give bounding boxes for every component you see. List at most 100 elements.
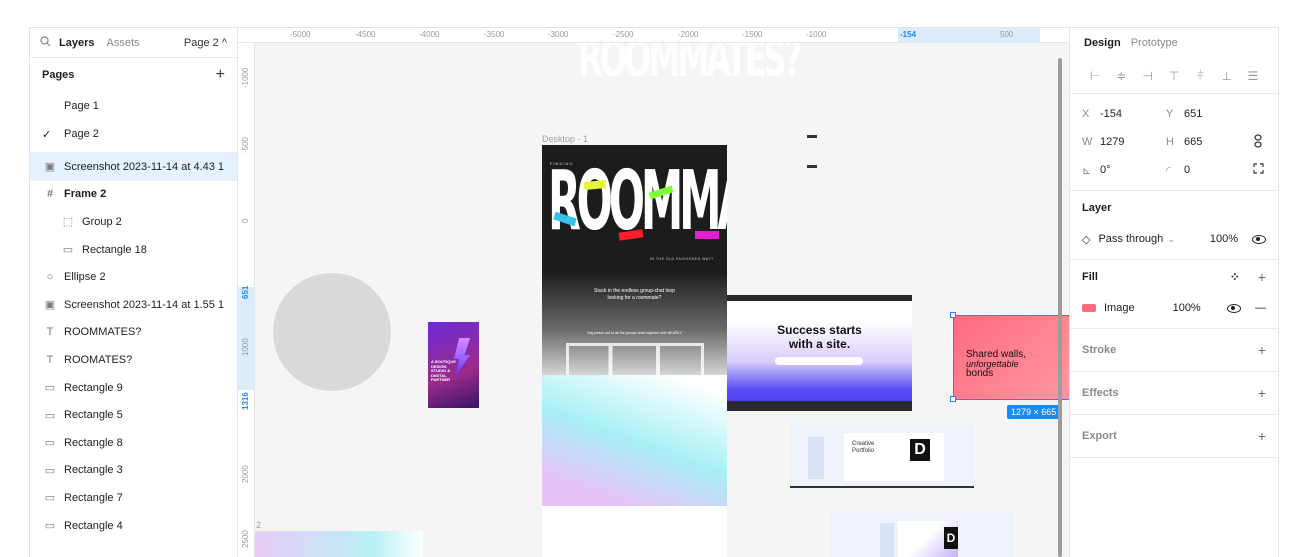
rectangle-icon: ▭	[44, 520, 56, 533]
layer-item[interactable]: ▭ Rectangle 3	[30, 457, 237, 485]
y-field[interactable]: Y 651	[1166, 108, 1250, 120]
radius-field[interactable]: ◜ 0	[1166, 164, 1250, 177]
layer-item[interactable]: ⬚ Group 2	[30, 208, 237, 236]
ruler-tick-label: -1000	[806, 30, 827, 39]
radius-value: 0	[1184, 164, 1191, 176]
size-badge: 1279 × 665	[1007, 405, 1061, 419]
selection-handle[interactable]	[950, 396, 956, 402]
align-right-icon[interactable]: ⊣	[1135, 69, 1161, 83]
eye-icon[interactable]	[1252, 234, 1266, 244]
rotation-icon: ⊾	[1082, 164, 1092, 177]
tab-layers[interactable]: Layers	[59, 37, 94, 49]
add-export-button[interactable]: +	[1258, 428, 1266, 444]
add-effect-button[interactable]: +	[1258, 385, 1266, 401]
selection-outline	[953, 315, 1069, 400]
fill-type[interactable]: Image	[1104, 302, 1135, 314]
position-row: X -154 Y 651	[1082, 100, 1266, 128]
layer-item[interactable]: ▭ Rectangle 8	[30, 429, 237, 457]
add-fill-button[interactable]: +	[1258, 269, 1266, 285]
align-left-icon[interactable]: ⊢	[1082, 69, 1108, 83]
frame-label[interactable]: Desktop - 1	[542, 134, 588, 144]
figma-window: Layers Assets Page 2 ^ Pages + Page 1 ✓ …	[30, 28, 1278, 557]
fill-opacity[interactable]: 100%	[1173, 302, 1201, 314]
w-field[interactable]: W 1279	[1082, 136, 1166, 148]
selection-handle[interactable]	[950, 312, 956, 318]
hero-dark-section: FINDING ROOMMATES? IN THE OLD FASHIONED …	[542, 145, 727, 375]
layer-item[interactable]: ▣ Screenshot 2023-11-14 at 4.43 1	[30, 153, 237, 181]
align-center-h-icon[interactable]: ≑	[1108, 69, 1134, 83]
hero-grid-lines	[566, 343, 704, 375]
text-icon: T	[46, 326, 54, 339]
fill-section-title: Fill	[1082, 271, 1098, 283]
page-selector[interactable]: Page 2 ^	[184, 37, 227, 49]
page-label: Page 2	[64, 128, 99, 140]
small-text-fragment[interactable]	[807, 165, 817, 168]
ruler-tick-label: -5000	[290, 30, 311, 39]
layer-item[interactable]: ▭ Rectangle 7	[30, 484, 237, 512]
canvas-scrollbar[interactable]	[1058, 58, 1062, 557]
layer-label: Rectangle 18	[82, 243, 147, 256]
fill-section: Fill ⁘ + Image 100% —	[1070, 260, 1278, 329]
layer-label: Rectangle 4	[64, 519, 123, 532]
purple-card-image[interactable]: A BOUTIQUE DESIGN STUDIO & DIGITAL PARTN…	[428, 322, 479, 408]
tab-design[interactable]: Design	[1084, 37, 1121, 49]
ruler-selection-end: 1316	[241, 392, 250, 410]
distribute-icon[interactable]: ☰	[1240, 69, 1266, 83]
portfolio-screenshot-1[interactable]: Creative Portfolio D	[790, 423, 974, 488]
layer-item[interactable]: ▭ Rectangle 9	[30, 374, 237, 402]
layer-item[interactable]: T ROOMATES?	[30, 346, 237, 374]
page-item-1[interactable]: Page 1	[30, 92, 237, 120]
roommates-text-layer[interactable]: ROOMMATES?	[578, 43, 802, 89]
tab-prototype[interactable]: Prototype	[1131, 37, 1178, 49]
chevron-down-icon[interactable]: ⌄	[1167, 234, 1175, 245]
constrain-proportions-icon[interactable]	[1252, 133, 1264, 151]
independent-corners-icon[interactable]	[1253, 163, 1264, 177]
rectangle-icon: ▭	[44, 437, 56, 450]
rotation-field[interactable]: ⊾ 0°	[1082, 164, 1166, 177]
h-field[interactable]: H 665	[1166, 136, 1250, 148]
success-headline-2: with a site.	[788, 337, 851, 351]
blend-mode-select[interactable]: Pass through	[1098, 233, 1163, 245]
layer-item[interactable]: ▭ Rectangle 18	[30, 236, 237, 264]
search-icon[interactable]	[40, 35, 51, 50]
tab-assets[interactable]: Assets	[106, 37, 139, 49]
layer-section: Layer ◇ Pass through ⌄ 100%	[1070, 191, 1278, 260]
x-field[interactable]: X -154	[1082, 108, 1166, 120]
layer-item[interactable]: ▭ Rectangle 4	[30, 512, 237, 540]
ruler-tick-label: -4500	[355, 30, 376, 39]
align-bottom-icon[interactable]: ⊥	[1213, 69, 1239, 83]
desktop-frame[interactable]: FINDING ROOMMATES? IN THE OLD FASHIONED …	[542, 145, 727, 506]
layer-opacity[interactable]: 100%	[1210, 233, 1238, 245]
add-page-button[interactable]: +	[216, 66, 225, 84]
layer-label: Rectangle 7	[64, 491, 123, 504]
design-canvas[interactable]: ROOMMATES? Desktop - 1 FINDING ROOMMATES…	[255, 43, 1069, 557]
portfolio-screenshot-2[interactable]: D	[830, 511, 1014, 557]
eye-icon[interactable]	[1227, 303, 1241, 313]
add-stroke-button[interactable]: +	[1258, 342, 1266, 358]
layer-item[interactable]: ▭ Rectangle 5	[30, 401, 237, 429]
layer-item[interactable]: T ROOMMATES?	[30, 319, 237, 347]
frame2-gradient[interactable]	[255, 531, 423, 557]
layer-label: Rectangle 8	[64, 436, 123, 449]
ruler-tick-label: 2000	[241, 465, 250, 483]
layer-label: ROOMMATES?	[64, 326, 142, 339]
effects-section: Effects +	[1070, 372, 1278, 415]
layer-item[interactable]: # Frame 2	[30, 181, 237, 209]
success-screenshot[interactable]: Success starts with a site.	[727, 295, 912, 411]
align-top-icon[interactable]: ⊤	[1161, 69, 1187, 83]
remove-fill-button[interactable]: —	[1255, 302, 1266, 314]
fill-swatch[interactable]	[1082, 304, 1096, 312]
layer-item[interactable]: ▣ Screenshot 2023-11-14 at 1.55 1	[30, 291, 237, 319]
hero-body-2: looking for a roommate?	[607, 295, 662, 301]
size-row: W 1279 H 665	[1082, 128, 1266, 156]
small-text-fragment[interactable]	[807, 135, 817, 138]
ruler-selection-start: 651	[241, 285, 250, 299]
success-input-bar	[775, 357, 863, 365]
layer-row: ◇ Pass through ⌄ 100%	[1082, 225, 1266, 253]
align-center-v-icon[interactable]: ⫩	[1187, 68, 1213, 83]
styles-grid-icon[interactable]: ⁘	[1230, 270, 1240, 284]
layer-item[interactable]: ○ Ellipse 2	[30, 263, 237, 291]
page-item-2[interactable]: ✓ Page 2	[30, 120, 237, 148]
ellipse-shape[interactable]	[273, 273, 391, 391]
layer-label: Ellipse 2	[64, 271, 106, 284]
